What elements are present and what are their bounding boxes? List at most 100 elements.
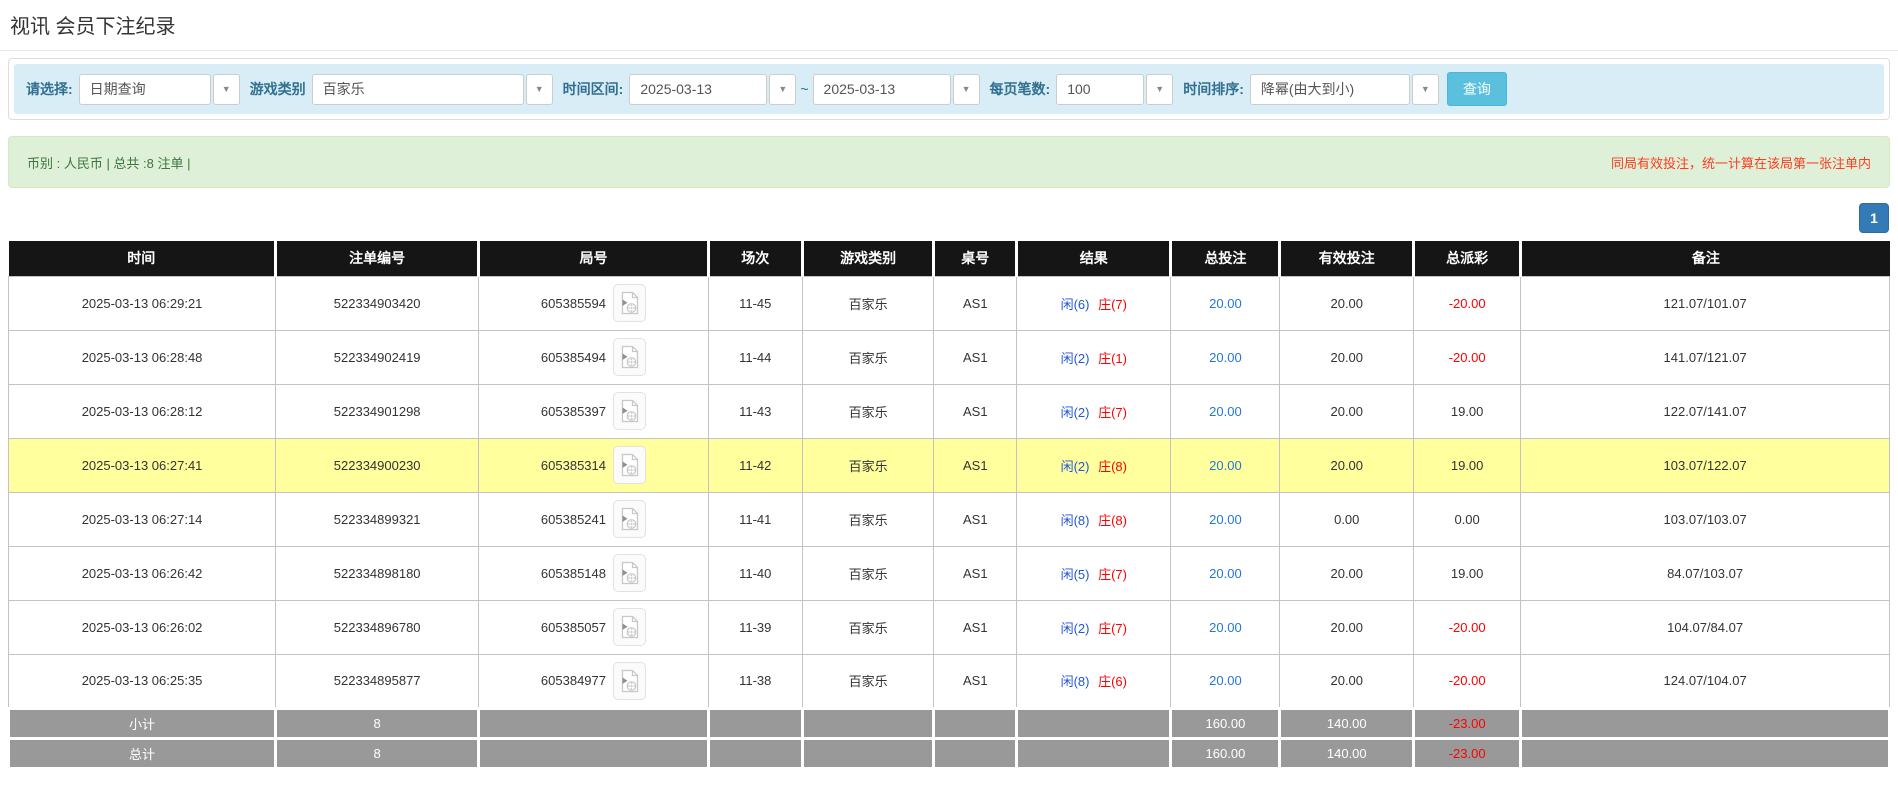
video-replay-button[interactable] (613, 662, 646, 700)
summary-bar: 币别 : 人民币 | 总共 :8 注单 | 同局有效投注，统一计算在该局第一张注… (8, 136, 1890, 188)
video-replay-button[interactable] (613, 392, 646, 430)
table-row: 2025-03-13 06:26:42 522334898180 6053851… (9, 546, 1890, 600)
subtotal-count: 8 (276, 708, 479, 738)
video-replay-button[interactable] (613, 446, 646, 484)
col-game: 游戏类别 (802, 241, 934, 276)
date-from-value[interactable]: 2025-03-13 (629, 74, 767, 105)
col-bet-id: 注单编号 (276, 241, 479, 276)
table-footer: 小计 8 160.00 140.00 -23.00 总计 8 160.00 14… (9, 708, 1890, 768)
round-number: 605385494 (541, 350, 606, 365)
date-from-select[interactable]: 2025-03-13 ▼ (629, 74, 796, 105)
table-no-cell: AS1 (934, 384, 1017, 438)
video-replay-button[interactable] (613, 608, 646, 646)
video-file-icon (620, 345, 639, 369)
valid-bet-cell: 0.00 (1280, 492, 1414, 546)
chevron-down-icon[interactable]: ▼ (526, 74, 553, 105)
total-bet-cell: 20.00 (1171, 492, 1280, 546)
session-cell: 11-42 (708, 438, 802, 492)
game-cell: 百家乐 (802, 546, 934, 600)
remark-cell: 141.07/121.07 (1521, 330, 1890, 384)
chevron-down-icon[interactable]: ▼ (769, 74, 796, 105)
video-replay-button[interactable] (613, 500, 646, 538)
sort-order-value[interactable]: 降幂(由大到小) (1250, 74, 1410, 105)
total-bet-cell: 20.00 (1171, 276, 1280, 330)
result-cell: 闲(2) 庄(1) (1017, 330, 1171, 384)
payout-cell: -20.00 (1414, 330, 1521, 384)
table-row: 2025-03-13 06:25:35 522334895877 6053849… (9, 654, 1890, 708)
round-number: 605385148 (541, 566, 606, 581)
table-row: 2025-03-13 06:27:41 522334900230 6053853… (9, 438, 1890, 492)
chevron-down-icon[interactable]: ▼ (953, 74, 980, 105)
payout-cell: -20.00 (1414, 276, 1521, 330)
round-number: 605385397 (541, 404, 606, 419)
currency-total-text: 币别 : 人民币 | 总共 :8 注单 | (27, 153, 191, 172)
valid-bet-cell: 20.00 (1280, 654, 1414, 708)
game-category-value[interactable]: 百家乐 (312, 74, 524, 105)
query-type-select[interactable]: 日期查询 ▼ (79, 74, 240, 105)
bet-records-table: 时间 注单编号 局号 场次 游戏类别 桌号 结果 总投注 有效投注 总派彩 备注… (7, 241, 1891, 770)
table-row: 2025-03-13 06:28:48 522334902419 6053854… (9, 330, 1890, 384)
range-separator: ~ (800, 81, 808, 97)
table-row: 2025-03-13 06:26:02 522334896780 6053850… (9, 600, 1890, 654)
table-no-cell: AS1 (934, 438, 1017, 492)
payout-cell: -20.00 (1414, 600, 1521, 654)
settlement-note: 同局有效投注，统一计算在该局第一张注单内 (1611, 153, 1871, 172)
col-valid-bet: 有效投注 (1280, 241, 1414, 276)
result-cell: 闲(2) 庄(7) (1017, 600, 1171, 654)
chevron-down-icon[interactable]: ▼ (213, 74, 240, 105)
result-cell: 闲(2) 庄(8) (1017, 438, 1171, 492)
remark-cell: 84.07/103.07 (1521, 546, 1890, 600)
col-session: 场次 (708, 241, 802, 276)
bet-id-cell: 522334898180 (276, 546, 479, 600)
col-total-bet: 总投注 (1171, 241, 1280, 276)
total-count: 8 (276, 738, 479, 768)
video-replay-button[interactable] (613, 554, 646, 592)
round-cell: 605385494 (479, 330, 708, 384)
payout-cell: -20.00 (1414, 654, 1521, 708)
player-result: 闲(2) (1061, 351, 1090, 366)
video-replay-button[interactable] (613, 284, 646, 322)
game-category-select[interactable]: 百家乐 ▼ (312, 74, 553, 105)
sort-order-select[interactable]: 降幂(由大到小) ▼ (1250, 74, 1439, 105)
subtotal-valid-bet: 140.00 (1280, 708, 1414, 738)
remark-cell: 104.07/84.07 (1521, 600, 1890, 654)
video-file-icon (620, 561, 639, 585)
game-cell: 百家乐 (802, 330, 934, 384)
video-file-icon (620, 399, 639, 423)
round-cell: 605385241 (479, 492, 708, 546)
remark-cell: 122.07/141.07 (1521, 384, 1890, 438)
valid-bet-cell: 20.00 (1280, 276, 1414, 330)
video-replay-button[interactable] (613, 338, 646, 376)
time-cell: 2025-03-13 06:27:41 (9, 438, 276, 492)
total-valid-bet: 140.00 (1280, 738, 1414, 768)
query-type-value[interactable]: 日期查询 (79, 74, 211, 105)
chevron-down-icon[interactable]: ▼ (1146, 74, 1173, 105)
total-payout: -23.00 (1414, 738, 1521, 768)
session-cell: 11-45 (708, 276, 802, 330)
date-to-value[interactable]: 2025-03-13 (813, 74, 951, 105)
time-cell: 2025-03-13 06:28:48 (9, 330, 276, 384)
total-row: 总计 8 160.00 140.00 -23.00 (9, 738, 1890, 768)
bet-id-cell: 522334902419 (276, 330, 479, 384)
subtotal-label: 小计 (9, 708, 276, 738)
pagination: 1 (0, 203, 1889, 233)
bet-id-cell: 522334896780 (276, 600, 479, 654)
table-row: 2025-03-13 06:27:14 522334899321 6053852… (9, 492, 1890, 546)
col-result: 结果 (1017, 241, 1171, 276)
video-file-icon (620, 669, 639, 693)
chevron-down-icon[interactable]: ▼ (1412, 74, 1439, 105)
video-file-icon (620, 615, 639, 639)
game-cell: 百家乐 (802, 654, 934, 708)
banker-result: 庄(7) (1098, 621, 1127, 636)
banker-result: 庄(1) (1098, 351, 1127, 366)
page-button-1[interactable]: 1 (1859, 203, 1889, 233)
page-size-select[interactable]: 100 ▼ (1056, 74, 1173, 105)
result-cell: 闲(5) 庄(7) (1017, 546, 1171, 600)
date-to-select[interactable]: 2025-03-13 ▼ (813, 74, 980, 105)
bet-id-cell: 522334895877 (276, 654, 479, 708)
search-button[interactable]: 查询 (1447, 72, 1507, 106)
banker-result: 庄(7) (1098, 405, 1127, 420)
page-size-value[interactable]: 100 (1056, 74, 1144, 105)
total-label: 总计 (9, 738, 276, 768)
total-bet-cell: 20.00 (1171, 546, 1280, 600)
